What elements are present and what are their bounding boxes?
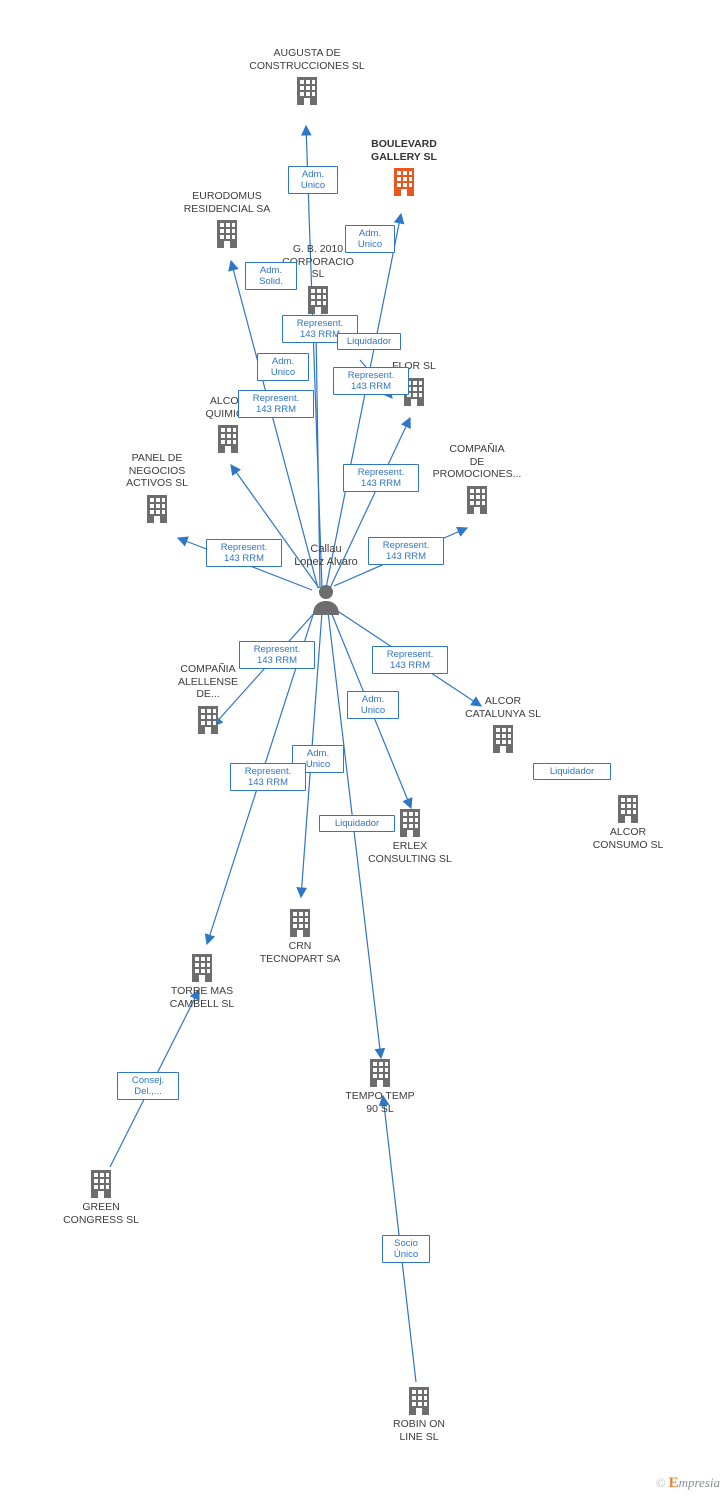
building-icon [218,425,238,453]
copyright-symbol: © [655,1475,666,1490]
node-eurodomus[interactable]: EURODOMUS RESIDENCIAL SA [162,190,292,249]
edge-label-liquidador-2[interactable]: Liquidador [533,763,611,780]
building-icon [290,909,310,937]
building-icon [198,705,218,734]
node-boulevard-gallery[interactable]: BOULEVARD GALLERY SL [344,138,464,197]
empresia-watermark: © Empresia [656,1475,720,1492]
edge-label-adm-solid-eurodomus[interactable]: Adm. Solid. [245,262,297,290]
node-label: ALCOR CATALUNYA SL [465,695,541,720]
node-alcor-catalunya[interactable]: ALCOR CATALUNYA SL [443,695,563,754]
building-icon [394,168,414,196]
node-label: TEMPO TEMP 90 SL [345,1090,415,1115]
node-label: AUGUSTA DE CONSTRUCCIONES SL [249,47,365,72]
node-label: ROBIN ON LINE SL [393,1418,445,1443]
edge-label-adm-unico-boulevard[interactable]: Adm. Unico [345,225,395,253]
building-icon [493,725,513,753]
edge-label-represent-compania-promociones[interactable]: Represent. 143 RRM [343,464,419,492]
node-alcor-consumo[interactable]: ALCOR CONSUMO SL [573,792,683,851]
person-icon [313,585,339,615]
edge-person-alcorquimica [230,464,320,589]
edge-label-adm-unico-alcor-quimica[interactable]: Adm. Unico [257,353,309,381]
node-person-callau-lopez-alvaro[interactable] [308,583,344,615]
building-icon [308,285,328,314]
edge-label-liquidador-3[interactable]: Liquidador [319,815,395,832]
edge-label-adm-unico-erlex[interactable]: Adm. Unico [347,691,399,719]
node-augusta[interactable]: AUGUSTA DE CONSTRUCCIONES SL [227,47,387,106]
node-compania-promociones[interactable]: COMPAÑIA DE PROMOCIONES... [425,443,529,515]
building-icon [370,1059,390,1087]
diagram-canvas: AUGUSTA DE CONSTRUCCIONES SL BOULEVARD G… [0,0,728,1500]
brand-initial: E [668,1475,679,1491]
building-icon [618,795,638,823]
node-crn-tecnopart[interactable]: CRN TECNOPART SA [245,906,355,965]
node-tempo-temp-90[interactable]: TEMPO TEMP 90 SL [325,1056,435,1115]
building-icon [192,954,212,982]
edge-label-adm-unico-augusta[interactable]: Adm. Unico [288,166,338,194]
node-green-congress[interactable]: GREEN CONGRESS SL [46,1167,156,1226]
brand-name: mpresia [678,1475,720,1490]
edge-label-represent-right[interactable]: Represent. 143 RRM [368,537,444,565]
edge-label-socio-unico-robin[interactable]: Socio Único [382,1235,430,1263]
node-label: PANEL DE NEGOCIOS ACTIVOS SL [126,452,188,489]
node-label: ALCOR CONSUMO SL [592,826,664,851]
edge-label-represent-alcor-catalunya[interactable]: Represent. 143 RRM [372,646,448,674]
building-icon [400,809,420,837]
node-label: TORRE MAS CAMBELL SL [169,985,235,1010]
building-icon [217,220,237,248]
node-label: CRN TECNOPART SA [259,940,341,965]
node-label: ERLEX CONSULTING SL [368,840,452,865]
node-robin-on-line[interactable]: ROBIN ON LINE SL [364,1384,474,1443]
building-icon [409,1387,429,1415]
node-torre-mas-cambell[interactable]: TORRE MAS CAMBELL SL [147,951,257,1010]
building-icon [91,1170,111,1198]
node-label: COMPAÑIA DE PROMOCIONES... [432,443,522,480]
edge-label-represent-torre-mas[interactable]: Represent. 143 RRM [230,763,306,791]
node-label: EURODOMUS RESIDENCIAL SA [183,190,271,215]
building-icon [467,485,487,514]
edge-label-represent-alcor-quimica[interactable]: Represent. 143 RRM [238,390,314,418]
edge-label-liquidador-1[interactable]: Liquidador [337,333,401,350]
edge-label-represent-panel[interactable]: Represent. 143 RRM [206,539,282,567]
node-label: BOULEVARD GALLERY SL [371,138,437,163]
node-panel-negocios[interactable]: PANEL DE NEGOCIOS ACTIVOS SL [107,452,207,524]
node-compania-alellense[interactable]: COMPAÑIA ALELLENSE DE... [156,663,260,735]
edge-label-represent-alellense[interactable]: Represent. 143 RRM [239,641,315,669]
building-icon [297,77,317,105]
edge-label-represent-flor[interactable]: Represent. 143 RRM [333,367,409,395]
edge-label-consej-del-green[interactable]: Consej. Del.,... [117,1072,179,1100]
node-label: GREEN CONGRESS SL [63,1201,139,1226]
building-icon [147,494,167,523]
